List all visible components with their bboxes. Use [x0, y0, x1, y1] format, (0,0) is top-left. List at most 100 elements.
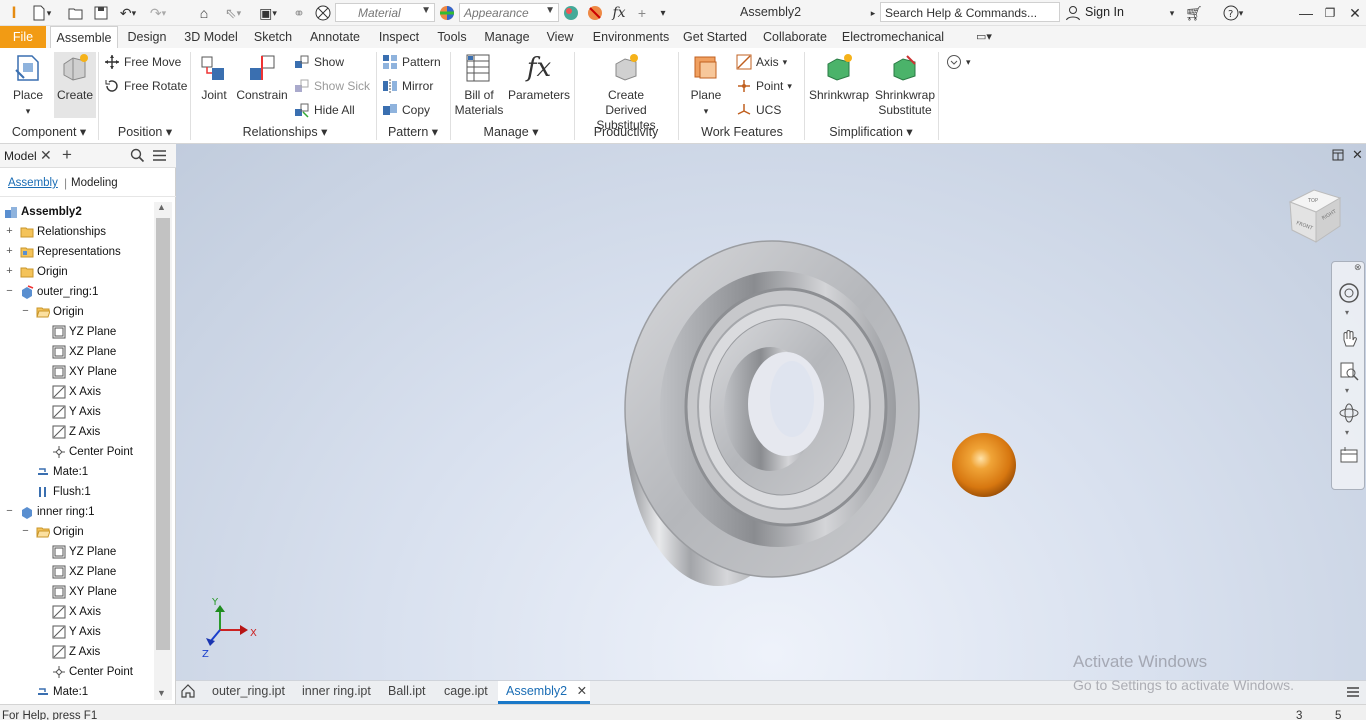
help-icon[interactable]: ? ▾: [1218, 3, 1248, 23]
inventor-logo-icon[interactable]: I: [6, 3, 22, 23]
doc-tab-cage[interactable]: cage.ipt: [444, 681, 488, 704]
appearance-dropdown[interactable]: Appearance ▼: [459, 3, 559, 22]
tree-item[interactable]: Mate:1: [53, 462, 88, 482]
simplification-group-label[interactable]: Simplification ▾: [808, 123, 934, 141]
ribbon-display-toggle-icon[interactable]: ▭▾: [968, 26, 1000, 48]
tab-view[interactable]: View: [542, 26, 578, 48]
tree-item[interactable]: Mate:1: [53, 682, 88, 702]
relationships-group-label[interactable]: Relationships ▾: [200, 123, 370, 141]
customize-qat-icon[interactable]: ▾: [656, 3, 670, 23]
tree-item[interactable]: X Axis: [69, 602, 101, 622]
tree-item[interactable]: Origin: [37, 262, 68, 282]
collapse-icon[interactable]: −: [5, 286, 14, 297]
collapse-icon[interactable]: −: [21, 526, 30, 537]
scrollbar-thumb[interactable]: [156, 218, 170, 650]
tree-item[interactable]: Z Axis: [69, 422, 100, 442]
search-input[interactable]: Search Help & Commands...: [880, 2, 1060, 22]
browser-view-modeling[interactable]: Modeling: [71, 177, 118, 189]
tree-item[interactable]: Representations: [37, 242, 121, 262]
tab-collaborate[interactable]: Collaborate: [758, 26, 832, 48]
select-filter-icon[interactable]: ⇖ ▾: [218, 3, 248, 23]
browser-menu-icon[interactable]: [152, 148, 167, 166]
tab-sketch[interactable]: Sketch: [250, 26, 296, 48]
cart-icon[interactable]: 🛒︎: [1184, 3, 1204, 23]
shrinkwrap-button[interactable]: Shrinkwrap: [808, 52, 870, 103]
show-sick-button[interactable]: Show Sick: [294, 76, 370, 96]
viewcube-top-label[interactable]: TOP: [1307, 198, 1318, 204]
ucs-button[interactable]: UCS: [736, 100, 781, 120]
pan-hand-icon[interactable]: [1336, 326, 1362, 352]
plane-button[interactable]: Plane ▾: [684, 52, 728, 119]
redo-icon[interactable]: ↷ ▾: [145, 3, 171, 23]
tree-item[interactable]: YZ Plane: [69, 542, 116, 562]
tab-tools[interactable]: Tools: [432, 26, 472, 48]
tree-item[interactable]: Relationships: [37, 222, 106, 242]
pattern-button[interactable]: Pattern: [382, 52, 441, 72]
position-group-label[interactable]: Position ▾: [104, 123, 186, 141]
steering-wheel-icon[interactable]: [1336, 280, 1362, 306]
show-button[interactable]: Show: [294, 52, 344, 72]
undo-icon[interactable]: ↶ ▾: [115, 3, 141, 23]
adjust-appearance-icon[interactable]: [562, 3, 580, 23]
tree-item[interactable]: Z Axis: [69, 642, 100, 662]
tab-environments[interactable]: Environments: [588, 26, 674, 48]
update-icon[interactable]: ▣ ▾: [253, 3, 283, 23]
tree-item[interactable]: Assembly2: [21, 202, 82, 222]
minimize-button[interactable]: —: [1296, 3, 1316, 23]
tree-item[interactable]: Origin: [53, 522, 84, 542]
parameters-button[interactable]: fx Parameters: [508, 52, 570, 103]
tree-item[interactable]: Center Point: [69, 442, 133, 462]
browser-view-assembly[interactable]: Assembly: [8, 177, 58, 189]
tree-item[interactable]: XY Plane: [69, 362, 117, 382]
tree-item[interactable]: XY Plane: [69, 582, 117, 602]
home-icon[interactable]: ⌂: [195, 3, 213, 23]
tree-item[interactable]: YZ Plane: [69, 322, 116, 342]
navbar-close-icon[interactable]: ⊗: [1354, 262, 1362, 273]
ball-model[interactable]: [951, 432, 1017, 498]
tree-item[interactable]: inner ring:1: [37, 502, 95, 522]
tree-item[interactable]: X Axis: [69, 382, 101, 402]
plus-icon[interactable]: +: [634, 3, 650, 23]
tree-item[interactable]: Y Axis: [69, 622, 101, 642]
expand-icon[interactable]: +: [5, 246, 14, 257]
viewport-restore-icon[interactable]: [1332, 149, 1344, 164]
orbit-icon[interactable]: [1336, 400, 1362, 426]
chevron-down-icon[interactable]: ▾: [1345, 308, 1349, 317]
tab-electromechanical[interactable]: Electromechanical: [840, 26, 946, 48]
doc-tab-ball[interactable]: Ball.ipt: [388, 681, 426, 704]
create-button[interactable]: Create: [54, 52, 96, 118]
close-tab-icon[interactable]: ✕: [577, 684, 587, 698]
scroll-down-icon[interactable]: ▼: [157, 688, 166, 698]
chevron-down-icon[interactable]: ▾: [1345, 428, 1349, 437]
sign-in-link[interactable]: Sign In: [1085, 5, 1124, 19]
viewcube[interactable]: TOP FRONT RIGHT: [1286, 184, 1346, 246]
clear-appearance-icon[interactable]: [586, 3, 604, 23]
tab-design[interactable]: Design: [122, 26, 172, 48]
tab-file[interactable]: File: [0, 26, 46, 48]
joint-button[interactable]: Joint: [196, 52, 232, 103]
create-derived-substitutes-button[interactable]: Create Derived Substitutes: [580, 52, 672, 133]
doc-tab-outer-ring[interactable]: outer_ring.ipt: [212, 681, 285, 704]
free-rotate-button[interactable]: Free Rotate: [104, 76, 187, 96]
place-button[interactable]: Place ▾: [6, 52, 50, 119]
close-browser-icon[interactable]: ✕: [40, 147, 52, 164]
chevron-down-icon[interactable]: ▾: [1345, 386, 1349, 395]
shrinkwrap-substitute-button[interactable]: Shrinkwrap Substitute: [872, 52, 938, 118]
home-icon[interactable]: [180, 683, 196, 702]
tree-item[interactable]: Y Axis: [69, 402, 101, 422]
tab-manage[interactable]: Manage: [480, 26, 534, 48]
tree-item[interactable]: Center Point: [69, 662, 133, 682]
scroll-up-icon[interactable]: ▲: [157, 202, 166, 212]
hide-all-button[interactable]: Hide All: [294, 100, 355, 120]
collapse-icon[interactable]: −: [5, 506, 14, 517]
new-file-icon[interactable]: ▾: [30, 3, 52, 23]
manage-group-label[interactable]: Manage ▾: [452, 123, 570, 141]
copy-button[interactable]: Copy: [382, 100, 430, 120]
ribbon-options-button[interactable]: ▾: [946, 52, 971, 72]
component-group-label[interactable]: Component ▾: [4, 123, 94, 141]
browser-scrollbar[interactable]: ▲ ▼: [154, 202, 172, 700]
bill-of-materials-button[interactable]: Bill of Materials: [452, 52, 506, 118]
pattern-group-label[interactable]: Pattern ▾: [378, 123, 448, 141]
tree-item[interactable]: XZ Plane: [69, 342, 116, 362]
axis-button[interactable]: Axis ▾: [736, 52, 787, 72]
